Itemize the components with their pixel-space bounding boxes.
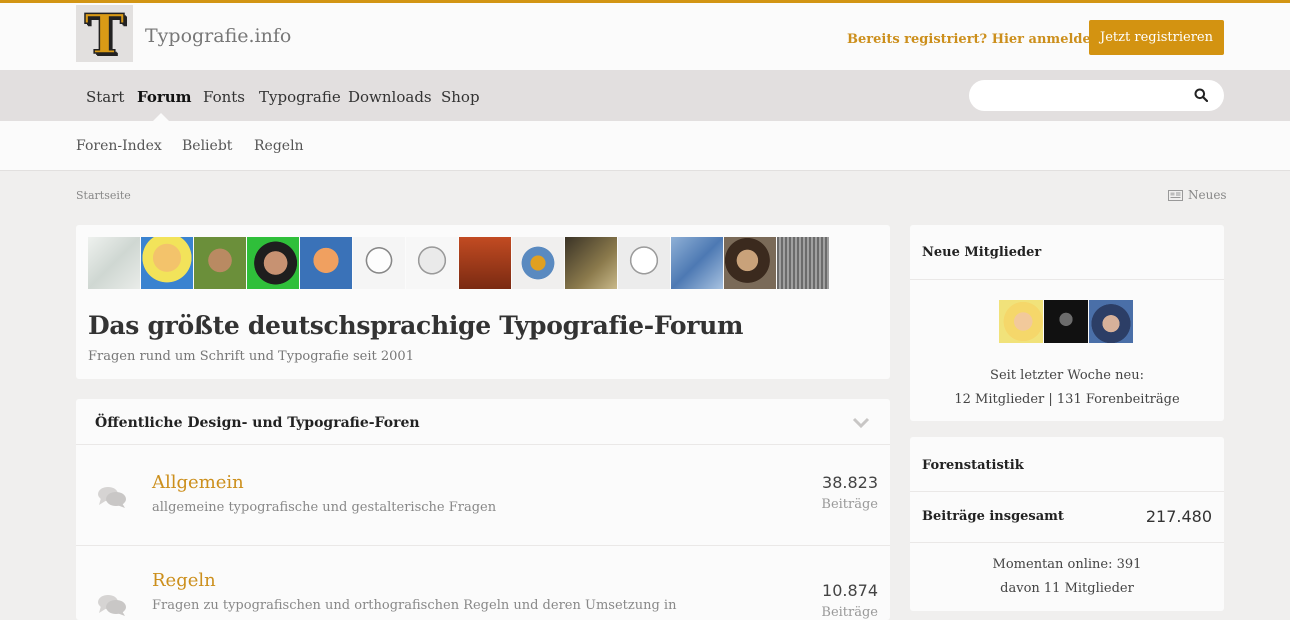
forum-stats-widget: Forenstatistik Beiträge insgesamt 217.48… bbox=[910, 437, 1224, 611]
newspaper-icon bbox=[1168, 189, 1183, 201]
avatar[interactable] bbox=[1044, 300, 1088, 343]
avatar[interactable] bbox=[353, 237, 405, 289]
login-link-label: Bereits registriert? Hier anmelden bbox=[847, 32, 1101, 47]
avatar[interactable] bbox=[618, 237, 670, 289]
nav-item-fonts[interactable]: Fonts bbox=[203, 88, 245, 106]
avatar[interactable] bbox=[671, 237, 723, 289]
forum-post-label: Beiträge bbox=[821, 605, 878, 620]
avatar[interactable] bbox=[1089, 300, 1133, 343]
site-name[interactable]: Typografie.info bbox=[145, 25, 291, 47]
forum-row[interactable]: Allgemein allgemeine typografische und g… bbox=[76, 446, 890, 546]
hero-card: Das größte deutschsprachige Typografie-F… bbox=[76, 225, 890, 379]
breadcrumb[interactable]: Startseite bbox=[76, 189, 131, 202]
widget-header: Neue Mitglieder bbox=[910, 225, 1224, 280]
forum-row[interactable]: Regeln Fragen zu typografischen und orth… bbox=[76, 546, 890, 620]
stat-label: Beiträge insgesamt bbox=[922, 509, 1064, 524]
search-input[interactable] bbox=[969, 80, 1224, 111]
avatar[interactable] bbox=[194, 237, 246, 289]
hero-title: Das größte deutschsprachige Typografie-F… bbox=[88, 311, 744, 340]
neues-label: Neues bbox=[1188, 188, 1227, 202]
avatar[interactable] bbox=[88, 237, 140, 289]
site-logo[interactable]: T bbox=[76, 5, 133, 62]
new-members-widget: Neue Mitglieder Seit letzter Woche neu: … bbox=[910, 225, 1224, 421]
avatar[interactable] bbox=[777, 237, 829, 289]
subnav-item-regeln[interactable]: Regeln bbox=[254, 138, 304, 154]
logo-letter: T bbox=[84, 1, 126, 66]
forum-description: Fragen zu typografischen und orthografis… bbox=[152, 598, 677, 613]
register-button[interactable]: Jetzt registrieren bbox=[1089, 20, 1224, 55]
stat-value: 217.480 bbox=[1145, 507, 1212, 526]
top-header: T Typografie.info Bereits registriert? H… bbox=[0, 0, 1290, 70]
subnav-item-foren-index[interactable]: Foren-Index bbox=[76, 138, 162, 154]
subnav-item-beliebt[interactable]: Beliebt bbox=[182, 138, 232, 154]
member-avatar-strip bbox=[88, 237, 830, 289]
avatar[interactable] bbox=[247, 237, 299, 289]
nav-item-forum[interactable]: Forum bbox=[137, 88, 192, 106]
avatar[interactable] bbox=[512, 237, 564, 289]
chat-bubbles-icon bbox=[98, 595, 126, 616]
active-nav-pointer bbox=[153, 113, 169, 121]
forum-description: allgemeine typografische und gestalteris… bbox=[152, 500, 497, 515]
new-member-avatars bbox=[999, 300, 1133, 343]
widget-title: Neue Mitglieder bbox=[922, 245, 1042, 260]
online-count: Momentan online: 391 bbox=[992, 557, 1142, 572]
avatar[interactable] bbox=[999, 300, 1043, 343]
chat-bubbles-icon bbox=[98, 487, 126, 508]
avatar[interactable] bbox=[459, 237, 511, 289]
forum-title[interactable]: Regeln bbox=[152, 570, 216, 591]
nav-item-typografie[interactable]: Typografie bbox=[259, 88, 341, 106]
avatar[interactable] bbox=[406, 237, 458, 289]
avatar[interactable] bbox=[565, 237, 617, 289]
section-title: Öffentliche Design- und Typografie-Foren bbox=[95, 415, 420, 431]
widget-title: Forenstatistik bbox=[922, 458, 1024, 473]
hero-subtitle: Fragen rund um Schrift und Typografie se… bbox=[88, 349, 414, 364]
forum-post-count: 38.823 bbox=[822, 473, 878, 492]
login-link[interactable]: Bereits registriert? Hier anmelden bbox=[847, 32, 1115, 47]
forum-title[interactable]: Allgemein bbox=[152, 472, 244, 493]
forum-post-count: 10.874 bbox=[822, 581, 878, 600]
chevron-down-icon[interactable] bbox=[852, 417, 870, 429]
stat-row: Beiträge insgesamt 217.480 bbox=[910, 493, 1224, 543]
forum-post-label: Beiträge bbox=[821, 497, 878, 512]
sub-nav: Foren-Index Beliebt Regeln bbox=[0, 121, 1290, 171]
forum-section: Öffentliche Design- und Typografie-Foren… bbox=[76, 399, 890, 620]
search-icon[interactable] bbox=[1194, 88, 1208, 102]
nav-item-downloads[interactable]: Downloads bbox=[348, 88, 432, 106]
neues-link[interactable]: Neues bbox=[1168, 188, 1227, 202]
avatar[interactable] bbox=[141, 237, 193, 289]
nav-item-shop[interactable]: Shop bbox=[441, 88, 480, 106]
section-header[interactable]: Öffentliche Design- und Typografie-Foren bbox=[76, 399, 890, 445]
new-members-since: Seit letzter Woche neu: bbox=[990, 368, 1144, 383]
widget-header: Forenstatistik bbox=[910, 437, 1224, 492]
nav-item-start[interactable]: Start bbox=[86, 88, 124, 106]
avatar[interactable] bbox=[724, 237, 776, 289]
new-members-summary: 12 Mitglieder | 131 Forenbeiträge bbox=[954, 392, 1180, 407]
online-members: davon 11 Mitglieder bbox=[1000, 581, 1134, 596]
avatar[interactable] bbox=[300, 237, 352, 289]
